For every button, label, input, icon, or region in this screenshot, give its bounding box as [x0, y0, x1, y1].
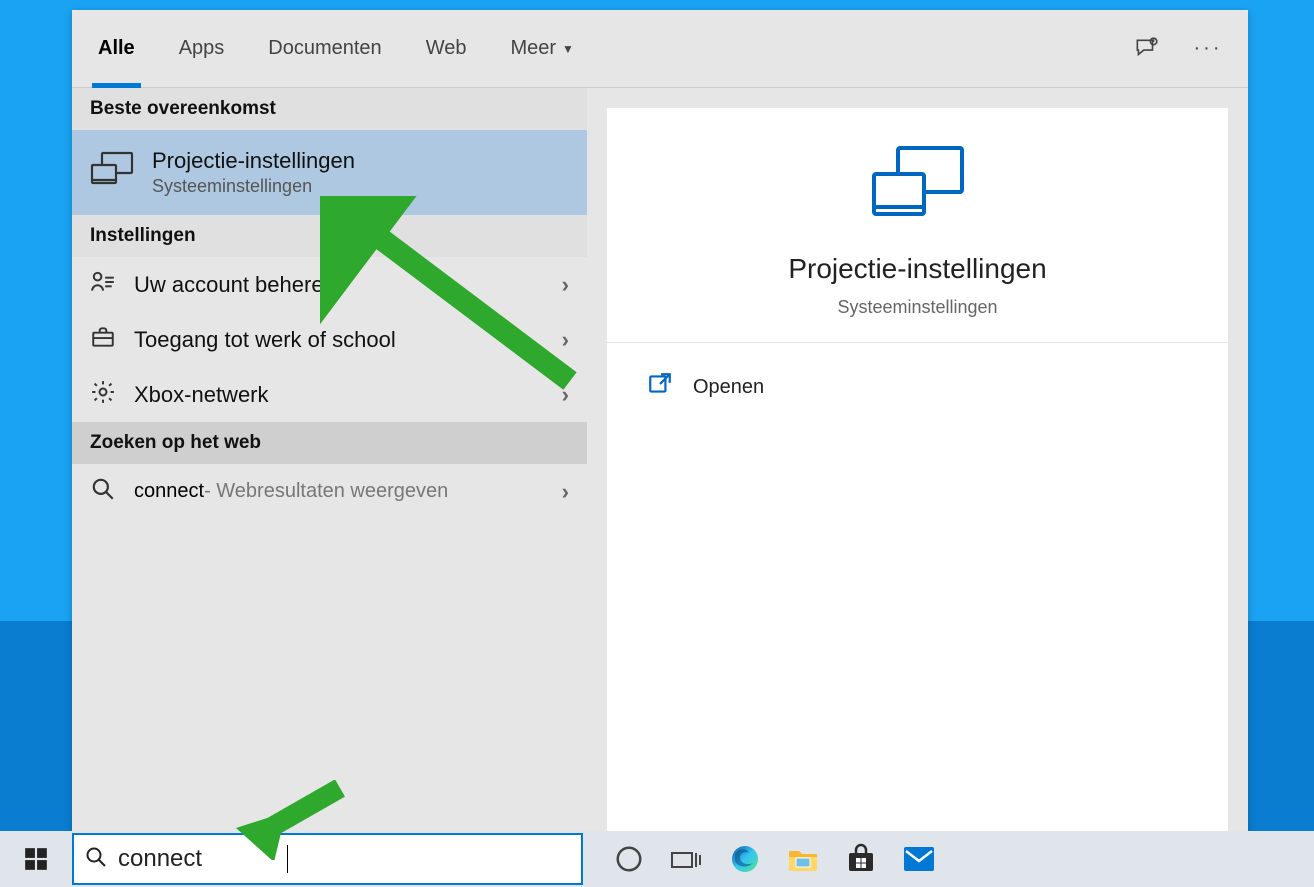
- chevron-right-icon: ›: [562, 382, 569, 408]
- edge-icon[interactable]: [727, 841, 763, 877]
- result-subtitle: Systeeminstellingen: [152, 176, 355, 197]
- preview-title: Projectie-instellingen: [788, 253, 1046, 285]
- tab-apps[interactable]: Apps: [173, 10, 231, 87]
- open-action[interactable]: Openen: [607, 343, 1228, 431]
- tab-web[interactable]: Web: [420, 10, 473, 87]
- tab-documents[interactable]: Documenten: [262, 10, 387, 87]
- result-xbox-network[interactable]: Xbox-netwerk ›: [72, 367, 587, 422]
- taskbar: [0, 831, 1314, 887]
- open-icon: [647, 371, 673, 403]
- result-label: Uw account beheren: [134, 272, 336, 298]
- text-cursor: [287, 845, 288, 873]
- open-label: Openen: [693, 376, 764, 399]
- result-manage-account[interactable]: Uw account beheren ›: [72, 257, 587, 312]
- briefcase-icon: [90, 324, 116, 355]
- chevron-right-icon: ›: [562, 272, 569, 298]
- tab-more[interactable]: Meer ▼: [504, 10, 579, 87]
- result-projection-settings[interactable]: Projectie-instellingen Systeeminstelling…: [72, 130, 587, 215]
- chevron-right-icon: ›: [562, 327, 569, 353]
- account-icon: [90, 269, 116, 300]
- taskbar-search-box[interactable]: [72, 833, 583, 885]
- gear-icon: [90, 379, 116, 410]
- search-input[interactable]: [118, 845, 571, 873]
- feedback-icon[interactable]: [1130, 33, 1162, 65]
- start-button[interactable]: [0, 831, 72, 887]
- tab-more-label: Meer: [510, 37, 556, 60]
- section-best-match: Beste overeenkomst: [72, 88, 587, 130]
- result-title: Projectie-instellingen: [152, 148, 355, 174]
- search-icon: [90, 476, 116, 507]
- mail-icon[interactable]: [901, 841, 937, 877]
- web-term: connect: [134, 480, 204, 503]
- search-scope-tabs: Alle Apps Documenten Web Meer ▼ ···: [72, 10, 1248, 88]
- section-settings: Instellingen: [72, 215, 587, 257]
- search-icon: [84, 845, 108, 874]
- project-icon: [90, 151, 134, 194]
- preview-subtitle: Systeeminstellingen: [837, 297, 997, 318]
- project-icon-large: [870, 144, 966, 227]
- task-view-icon[interactable]: [669, 841, 705, 877]
- store-icon[interactable]: [843, 841, 879, 877]
- results-list: Beste overeenkomst Projectie-instellinge…: [72, 88, 587, 885]
- result-work-school[interactable]: Toegang tot werk of school ›: [72, 312, 587, 367]
- result-preview-pane: Projectie-instellingen Systeeminstelling…: [587, 88, 1248, 885]
- chevron-right-icon: ›: [562, 479, 569, 505]
- more-options-icon[interactable]: ···: [1192, 33, 1224, 65]
- chevron-down-icon: ▼: [562, 42, 574, 56]
- search-results-panel: Alle Apps Documenten Web Meer ▼ ··· Best: [72, 10, 1248, 885]
- tab-all[interactable]: Alle: [92, 10, 141, 87]
- result-label: Toegang tot werk of school: [134, 327, 396, 353]
- section-web-search: Zoeken op het web: [72, 422, 587, 464]
- web-suffix: - Webresultaten weergeven: [204, 480, 448, 503]
- cortana-icon[interactable]: [611, 841, 647, 877]
- result-web-connect[interactable]: connect - Webresultaten weergeven ›: [72, 464, 587, 519]
- file-explorer-icon[interactable]: [785, 841, 821, 877]
- result-label: Xbox-netwerk: [134, 382, 269, 408]
